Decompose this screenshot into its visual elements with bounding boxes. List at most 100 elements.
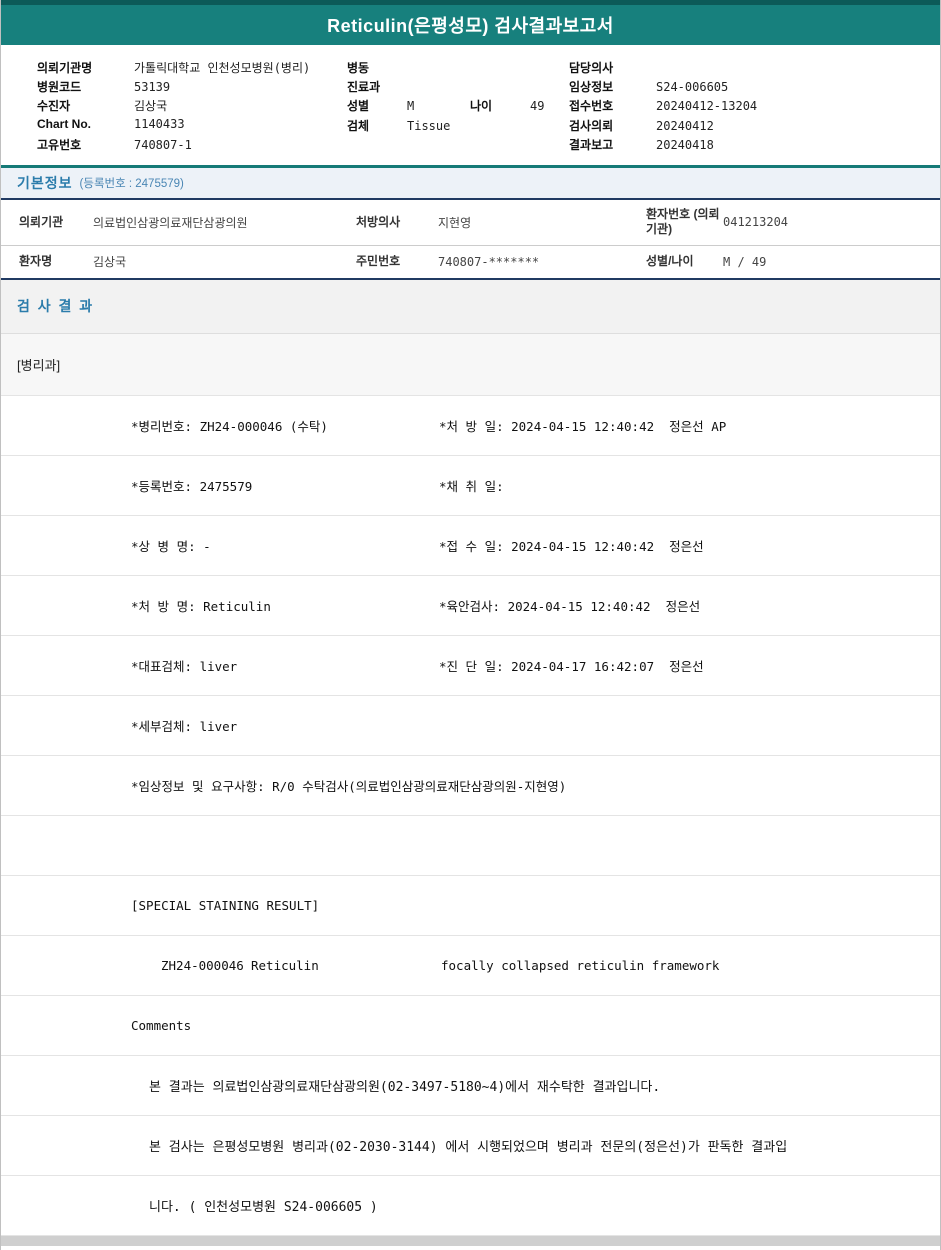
department-row: [병리과] — [1, 333, 940, 396]
comment-line: 니다. ( 인천성모병원 S24-006605 ) — [149, 1199, 378, 1215]
field-label: 진료과 — [347, 80, 381, 95]
representative-specimen: *대표검체: liver — [131, 658, 238, 674]
field-department: 진료과 — [347, 78, 569, 97]
field-result-report-date: 결과보고 20240418 — [569, 136, 940, 155]
basic-info-table: 의뢰기관 의료법인삼광의료재단삼광의원 처방의사 지현영 환자번호 (의뢰기관)… — [1, 200, 940, 280]
sub-specimen: *세부검체: liver — [131, 718, 238, 734]
diagnosis-date: *진 단 일: 2024-04-17 16:42:07 정은선 — [439, 658, 704, 674]
age-value: 49 — [530, 99, 545, 114]
result-detail-row: *세부검체: liver — [1, 696, 940, 756]
field-label: 수진자 — [37, 99, 71, 114]
field-label: Chart No. — [37, 116, 91, 131]
sex-label: 성별 — [347, 99, 370, 114]
report-title: Reticulin(은평성모) 검사결과보고서 — [327, 16, 614, 36]
staining-name: Reticulin — [251, 957, 319, 973]
comments-header-row: Comments — [1, 996, 940, 1056]
field-specimen: 검체 Tissue — [347, 117, 569, 136]
prescribing-doctor-value: 지현영 — [438, 215, 472, 230]
report-title-bar: Reticulin(은평성모) 검사결과보고서 — [1, 5, 940, 45]
field-examinee: 수진자 김상국 — [37, 97, 347, 116]
field-value: 1140433 — [134, 116, 185, 131]
field-label: 검체 — [347, 118, 370, 133]
field-test-request-date: 검사의뢰 20240412 — [569, 117, 940, 136]
collection-date: *채 취 일: — [439, 478, 504, 494]
field-value: 20240418 — [656, 137, 714, 152]
referring-org-value: 의료법인삼광의료재단삼광의원 — [93, 215, 248, 230]
field-label: 병동 — [347, 61, 370, 75]
patient-header-middle-column: 병동 진료과 성별 M 나이 49 검체 Tissue — [347, 59, 569, 155]
field-value: 53139 — [134, 80, 171, 95]
patient-name-label: 환자명 — [19, 254, 53, 269]
result-detail-row: *처 방 명: Reticulin *육안검사: 2024-04-15 12:4… — [1, 576, 940, 636]
pathology-number: *병리번호: ZH24-000046 (수탁) — [131, 418, 328, 434]
field-label: 접수번호 — [569, 99, 614, 114]
comment-line: 본 결과는 의료법인삼광의료재단삼광의원(02-3497-5180~4)에서 재… — [149, 1079, 661, 1095]
field-value: 740807-1 — [134, 137, 192, 152]
table-row: 의뢰기관 의료법인삼광의료재단삼광의원 처방의사 지현영 환자번호 (의뢰기관)… — [1, 200, 940, 246]
test-result-title: 검 사 결 과 — [17, 298, 95, 315]
prescription-date: *처 방 일: 2024-04-15 12:40:42 정은선 AP — [439, 418, 727, 434]
prescription-name: *처 방 명: Reticulin — [131, 598, 271, 614]
age-label: 나이 — [470, 99, 493, 114]
staining-result-row: ZH24-000046 Reticulin focally collapsed … — [1, 936, 940, 996]
staining-result-header-row: [SPECIAL STAINING RESULT] — [1, 876, 940, 936]
prescribing-doctor-label: 처방의사 — [356, 214, 401, 229]
patient-header-left-column: 의뢰기관명 가톨릭대학교 인천성모병원(병리) 병원코드 53139 수진자 김… — [37, 59, 347, 155]
registration-number-detail: *등록번호: 2475579 — [131, 478, 253, 494]
basic-info-section-header: 기본정보 (등록번호 : 2475579) — [1, 167, 940, 200]
sex-age-label: 성별/나이 — [646, 254, 694, 269]
field-label: 결과보고 — [569, 137, 614, 152]
blank-row — [1, 816, 940, 876]
department-name: [병리과] — [17, 357, 61, 373]
comments-label: Comments — [131, 1017, 192, 1033]
staining-case-code: ZH24-000046 — [161, 957, 244, 973]
field-receipt-no: 접수번호 20240412-13204 — [569, 97, 940, 116]
sex-value: M — [407, 99, 415, 114]
patient-name-value: 김상국 — [93, 255, 127, 270]
comment-line: 본 검사는 은평성모병원 병리과(02-2030-3144) 에서 시행되었으며… — [149, 1139, 788, 1155]
result-detail-row: *등록번호: 2475579 *채 취 일: — [1, 456, 940, 516]
field-value: Tissue — [407, 118, 451, 133]
field-value: 가톨릭대학교 인천성모병원(병리) — [134, 61, 311, 75]
field-ward: 병동 — [347, 59, 569, 78]
comment-row: 본 검사는 은평성모병원 병리과(02-2030-3144) 에서 시행되었으며… — [1, 1116, 940, 1176]
sex-age-value: M / 49 — [723, 254, 767, 269]
field-label: 담당의사 — [569, 61, 614, 75]
diagnosis-name: *상 병 명: - — [131, 538, 211, 554]
comment-row: 니다. ( 인천성모병원 S24-006605 ) — [1, 1176, 940, 1236]
field-sex-age: 성별 M 나이 49 — [347, 97, 569, 116]
field-chart-no: Chart No. 1140433 — [37, 117, 347, 136]
patient-header: 의뢰기관명 가톨릭대학교 인천성모병원(병리) 병원코드 53139 수진자 김… — [1, 45, 940, 168]
field-unique-no: 고유번호 740807-1 — [37, 136, 347, 155]
resident-id-value: 740807-******* — [438, 254, 540, 269]
field-value: 20240412-13204 — [656, 99, 758, 114]
patient-number-value: 041213204 — [723, 215, 789, 230]
clinical-info-request: *임상정보 및 요구사항: R/0 수탁검사(의료법인삼광의료재단삼광의원-지현… — [131, 778, 567, 794]
field-clinical-info: 임상정보 S24-006605 — [569, 78, 940, 97]
field-value: 20240412 — [656, 118, 714, 133]
field-requesting-org: 의뢰기관명 가톨릭대학교 인천성모병원(병리) — [37, 59, 347, 78]
field-value: 김상국 — [134, 99, 168, 114]
receipt-date: *접 수 일: 2024-04-15 12:40:42 정은선 — [439, 538, 704, 554]
lab-report-page: Reticulin(은평성모) 검사결과보고서 의뢰기관명 가톨릭대학교 인천성… — [0, 0, 941, 1250]
result-detail-row: *대표검체: liver *진 단 일: 2024-04-17 16:42:07… — [1, 636, 940, 696]
referring-org-label: 의뢰기관 — [19, 214, 64, 229]
resident-id-label: 주민번호 — [356, 254, 401, 269]
field-attending-doctor: 담당의사 — [569, 59, 940, 78]
basic-info-title: 기본정보 — [17, 174, 73, 191]
footer-strip — [1, 1235, 940, 1246]
test-result-section-header: 검 사 결 과 — [1, 279, 940, 334]
field-hospital-code: 병원코드 53139 — [37, 78, 347, 97]
result-detail-row: *상 병 명: - *접 수 일: 2024-04-15 12:40:42 정은… — [1, 516, 940, 576]
field-value: S24-006605 — [656, 80, 729, 95]
table-row: 환자명 김상국 주민번호 740807-******* 성별/나이 M / 49 — [1, 246, 940, 278]
result-detail-row: *임상정보 및 요구사항: R/0 수탁검사(의료법인삼광의료재단삼광의원-지현… — [1, 756, 940, 816]
patient-header-right-column: 담당의사 임상정보 S24-006605 접수번호 20240412-13204… — [569, 59, 940, 155]
comment-row: 본 결과는 의료법인삼광의료재단삼광의원(02-3497-5180~4)에서 재… — [1, 1056, 940, 1116]
field-label: 임상정보 — [569, 80, 614, 95]
field-label: 의뢰기관명 — [37, 61, 93, 75]
staining-result-header: [SPECIAL STAINING RESULT] — [131, 897, 320, 913]
field-label: 병원코드 — [37, 80, 82, 95]
staining-result-text: focally collapsed reticulin framework — [441, 957, 720, 973]
registration-number: (등록번호 : 2475579) — [79, 177, 184, 190]
